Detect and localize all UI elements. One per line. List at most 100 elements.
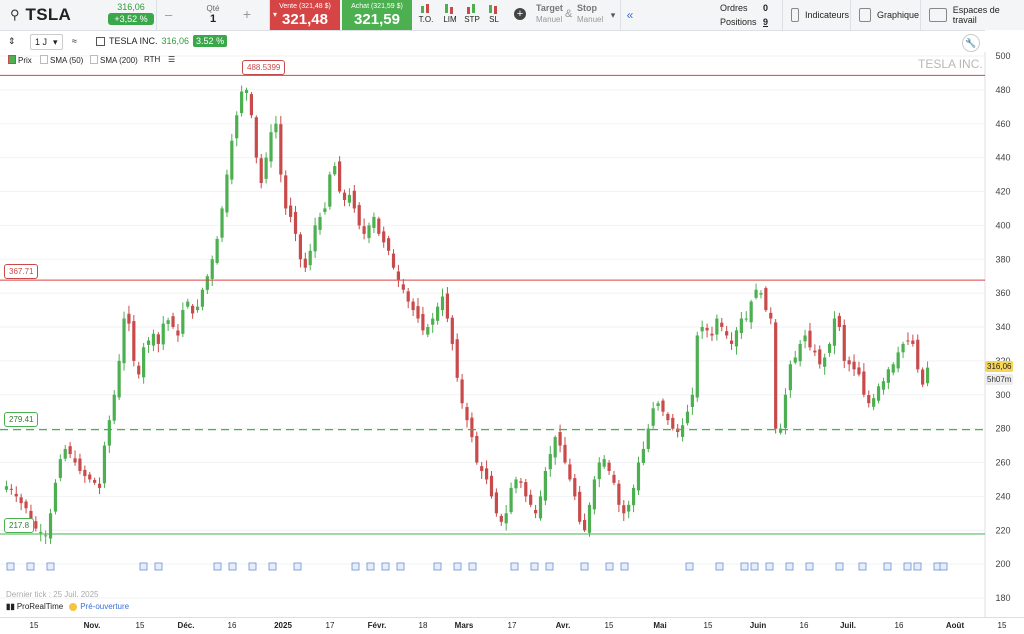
candle-body — [876, 386, 881, 401]
order-type-to-label: T.O. — [418, 15, 434, 24]
y-tick-label: 200 — [995, 559, 1010, 569]
x-tick-label: 18 — [418, 621, 428, 630]
crosshair-icon[interactable]: ⇕ — [8, 34, 16, 48]
candle-body — [240, 91, 244, 114]
legend-sma50-checkbox[interactable] — [40, 55, 48, 64]
orders-row[interactable]: Ordres 0 — [700, 3, 770, 14]
workspaces-button[interactable]: Espaces de travail — [920, 0, 1024, 30]
sell-button[interactable]: ▾ Vente (321,48 $) 321,48 — [270, 0, 340, 30]
candle-body — [401, 284, 405, 290]
instrument-name: TESLA INC. — [109, 36, 158, 46]
candle-body — [161, 323, 165, 345]
legend-sma200-checkbox[interactable] — [90, 55, 98, 64]
order-type-stp-button[interactable]: STP — [460, 0, 484, 30]
orders-label: Ordres — [720, 3, 748, 13]
quantity-plus-button[interactable]: + — [243, 6, 251, 22]
event-marker-icon — [903, 562, 912, 571]
candle-body — [63, 448, 67, 459]
order-type-sl-button[interactable]: SL — [482, 0, 506, 30]
candle-body — [171, 316, 175, 327]
candle-body — [269, 132, 273, 162]
event-marker-icon — [154, 562, 163, 571]
low-level-label[interactable]: 217.8 — [4, 518, 35, 533]
candle-body — [484, 468, 489, 480]
y-tick-label: 300 — [995, 390, 1010, 400]
candle-body — [367, 225, 371, 239]
candle-body — [852, 361, 856, 370]
instrument-info[interactable]: TESLA INC. 316,06 3.52 % — [96, 34, 228, 48]
legend-row: Prix SMA (50) SMA (200) RTH ☰ — [0, 52, 985, 68]
candle-body — [671, 417, 675, 429]
indicators-button[interactable]: Indicateurs — [782, 0, 849, 30]
symbol-box[interactable]: ⚲ TSLA 316,06 +3,52 % — [0, 0, 155, 30]
candle-body — [617, 483, 621, 505]
chart-button[interactable]: Graphique — [850, 0, 919, 30]
legend-price[interactable]: Prix — [8, 55, 32, 65]
interval-select[interactable]: 1 J ▾ — [30, 34, 63, 50]
candle-body — [210, 259, 214, 279]
target-stop-box[interactable]: + Target Manuel & Stop Manuel — [510, 0, 610, 30]
candle-body — [377, 218, 381, 234]
event-marker-icon — [293, 562, 302, 571]
add-icon[interactable]: + — [514, 8, 526, 20]
event-marker-icon — [785, 562, 794, 571]
high-level-label[interactable]: 488.5399 — [242, 60, 286, 75]
candle-body — [112, 394, 116, 421]
stop-label: Stop — [577, 3, 597, 13]
candle-body — [827, 343, 832, 353]
settings-wrench-icon[interactable]: 🔧 — [962, 34, 980, 52]
candle-body — [509, 487, 513, 513]
buy-button[interactable]: Achat (321,59 $) 321,59 — [342, 0, 412, 30]
candle-body — [475, 435, 479, 463]
candle-body — [39, 531, 43, 534]
event-marker-icon — [750, 562, 759, 571]
legend-rth[interactable]: RTH — [144, 55, 160, 64]
resistance-level-label[interactable]: 367.71 — [4, 264, 39, 279]
candle-body — [764, 288, 768, 311]
candle-body — [754, 289, 758, 298]
legend-sma50[interactable]: SMA (50) — [40, 55, 83, 65]
positions-row[interactable]: Positions 9 — [700, 17, 770, 28]
candle-body — [553, 437, 557, 458]
target-mode: Manuel — [536, 15, 563, 24]
candle-body — [842, 324, 846, 361]
mid-level-label[interactable]: 279.41 — [4, 412, 39, 427]
event-marker-icon — [545, 562, 554, 571]
collapse-icon[interactable]: « — [620, 0, 639, 30]
symbol-name[interactable]: TSLA — [26, 5, 72, 25]
order-type-to-button[interactable]: T.O. — [414, 0, 438, 30]
candle-body — [543, 470, 547, 501]
candle-body — [127, 313, 131, 324]
order-type-lim-button[interactable]: LIM — [438, 0, 462, 30]
candle-body — [808, 330, 812, 348]
candle-body — [592, 479, 596, 510]
quantity-stepper[interactable]: – Qté 1 + — [156, 0, 270, 30]
candle-body — [494, 492, 498, 514]
price-chart[interactable]: 5004804604404204003803603403203002802602… — [0, 30, 1024, 618]
candle-body — [313, 225, 317, 252]
quantity-input[interactable]: 1 — [157, 13, 269, 25]
candle-body — [406, 291, 410, 302]
chevron-down-icon[interactable]: ▾ — [606, 0, 620, 30]
x-tick-label: 15 — [29, 621, 39, 630]
candle-body — [705, 327, 709, 331]
candle-body — [48, 513, 53, 539]
candle-body — [431, 318, 435, 325]
x-tick-label: Févr. — [367, 621, 387, 630]
candle-body — [396, 271, 401, 280]
event-marker-icon — [46, 562, 55, 571]
search-icon[interactable]: ⚲ — [10, 7, 20, 23]
y-tick-label: 440 — [995, 153, 1010, 163]
chart-watermark: TESLA INC. — [918, 57, 983, 71]
orders-positions[interactable]: Ordres 0 Positions 9 — [700, 0, 770, 30]
candle-body — [342, 192, 347, 200]
candle-body — [813, 350, 817, 353]
legend-sma200[interactable]: SMA (200) — [90, 55, 138, 65]
time-axis[interactable]: 15 Nov. 15 Déc. 16 2025 17 Févr. 18 Mars 17 Avr. 15 M… — [0, 617, 1024, 634]
candle-body — [818, 349, 822, 365]
legend-menu-icon[interactable]: ☰ — [168, 55, 175, 64]
preopen-icon — [69, 602, 78, 611]
sell-caret-icon[interactable]: ▾ — [270, 10, 280, 19]
y-tick-label: 380 — [995, 254, 1010, 264]
chart-type-icon[interactable]: ≈ — [72, 34, 77, 48]
